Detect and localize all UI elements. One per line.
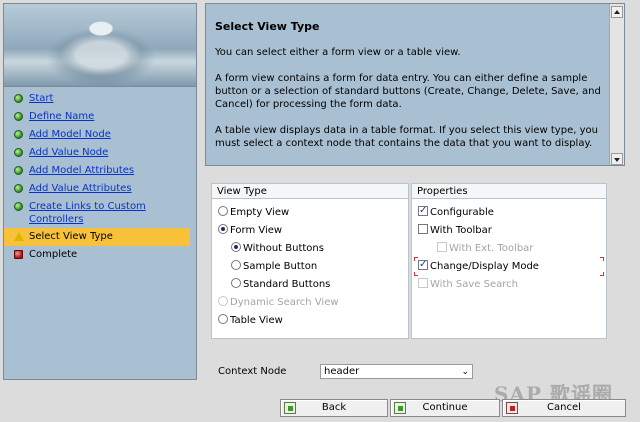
cancel-button[interactable]: Cancel <box>502 399 626 417</box>
red-status-icon <box>14 250 23 259</box>
view-type-group: View Type Empty View Form View Without B… <box>211 183 409 339</box>
radio-without-buttons[interactable]: Without Buttons <box>231 242 324 258</box>
step-description: Select View Type You can select either a… <box>205 3 625 166</box>
step-add-value-node[interactable]: Add Value Node <box>4 144 196 162</box>
step-link[interactable]: Start <box>29 93 53 104</box>
radio-standard-buttons[interactable]: Standard Buttons <box>231 278 330 294</box>
properties-group: Properties Configurable With Toolbar Wit… <box>411 183 607 339</box>
step-add-model-attributes[interactable]: Add Model Attributes <box>4 162 196 180</box>
radio-button <box>218 296 228 306</box>
radio-sample-button[interactable]: Sample Button <box>231 260 317 276</box>
green-status-icon <box>14 130 23 139</box>
radio-button[interactable] <box>218 224 228 234</box>
back-button-label: Back <box>321 402 347 413</box>
step-link[interactable]: Add Model Node <box>29 129 111 140</box>
wizard-step-list: Start Define Name Add Model Node Add Val… <box>4 86 196 379</box>
checkbox-label: Configurable <box>430 207 494 218</box>
focus-corner <box>414 257 418 261</box>
green-status-icon <box>14 112 23 121</box>
radio-empty-view[interactable]: Empty View <box>218 206 289 222</box>
continue-arrow-icon <box>394 402 406 414</box>
description-scrollbar[interactable] <box>609 4 624 165</box>
scroll-down-arrow-icon[interactable] <box>611 153 623 165</box>
radio-label: Form View <box>230 225 283 236</box>
description-paragraph: A table view displays data in a table fo… <box>215 125 598 149</box>
step-link[interactable]: Create Links to Custom Controllers <box>29 201 146 225</box>
radio-label: Without Buttons <box>243 243 324 254</box>
warning-triangle-icon <box>14 232 24 241</box>
back-arrow-icon <box>284 402 296 414</box>
description-paragraph: You can select either a form view or a t… <box>215 47 461 58</box>
context-node-value: header <box>324 366 360 377</box>
radio-form-view[interactable]: Form View <box>218 224 282 240</box>
water-drop-banner-image <box>4 4 196 86</box>
radio-dynamic-search-view: Dynamic Search View <box>218 296 339 312</box>
description-paragraph: A form view contains a form for data ent… <box>215 73 601 110</box>
step-create-links[interactable]: Create Links to Custom Controllers <box>4 198 196 228</box>
radio-label: Sample Button <box>243 261 318 272</box>
continue-button-label: Continue <box>422 402 468 413</box>
checkbox-label: With Ext. Toolbar <box>449 243 534 254</box>
checkbox <box>437 242 447 252</box>
checkbox-with-ext-toolbar: With Ext. Toolbar <box>437 242 533 258</box>
step-link[interactable]: Add Value Node <box>29 147 108 158</box>
checkbox-with-save-search: With Save Search <box>418 278 518 294</box>
radio-button[interactable] <box>231 260 241 270</box>
cancel-button-label: Cancel <box>547 402 581 413</box>
checkbox-change-display-mode[interactable]: Change/Display Mode <box>418 258 539 276</box>
radio-label: Dynamic Search View <box>230 297 339 308</box>
back-button[interactable]: Back <box>280 399 388 417</box>
description-title: Select View Type <box>215 20 320 33</box>
green-status-icon <box>14 202 23 211</box>
focus-corner <box>600 257 604 261</box>
view-type-title: View Type <box>212 184 408 199</box>
green-status-icon <box>14 94 23 103</box>
checkbox[interactable] <box>418 204 428 218</box>
step-select-view-type[interactable]: Select View Type <box>4 228 190 246</box>
context-node-label: Context Node <box>218 366 287 377</box>
cancel-icon <box>506 402 518 414</box>
step-add-model-node[interactable]: Add Model Node <box>4 126 196 144</box>
checkbox-label: With Toolbar <box>430 225 492 236</box>
focus-corner <box>414 272 418 276</box>
radio-label: Standard Buttons <box>243 279 331 290</box>
focus-corner <box>600 272 604 276</box>
scroll-up-arrow-icon[interactable] <box>611 6 623 18</box>
checkbox[interactable] <box>418 224 428 234</box>
radio-button[interactable] <box>231 278 241 288</box>
wizard-navigation-panel: Start Define Name Add Model Node Add Val… <box>3 3 197 380</box>
checkbox-with-toolbar[interactable]: With Toolbar <box>418 224 492 240</box>
step-complete: Complete <box>4 246 196 264</box>
radio-button[interactable] <box>231 242 241 252</box>
checkbox <box>418 278 428 288</box>
continue-button[interactable]: Continue <box>390 399 500 417</box>
step-start[interactable]: Start <box>4 90 196 108</box>
step-link[interactable]: Add Value Attributes <box>29 183 132 194</box>
step-add-value-attributes[interactable]: Add Value Attributes <box>4 180 196 198</box>
radio-button[interactable] <box>218 314 228 324</box>
green-status-icon <box>14 166 23 175</box>
step-label: Complete <box>29 249 78 260</box>
checkbox-configurable[interactable]: Configurable <box>418 204 494 222</box>
radio-button[interactable] <box>218 206 228 216</box>
chevron-down-icon[interactable]: ⌄ <box>461 366 469 379</box>
step-link[interactable]: Add Model Attributes <box>29 165 134 176</box>
radio-table-view[interactable]: Table View <box>218 314 283 330</box>
step-link[interactable]: Define Name <box>29 111 94 122</box>
green-status-icon <box>14 184 23 193</box>
step-define-name[interactable]: Define Name <box>4 108 196 126</box>
context-node-dropdown[interactable]: header ⌄ <box>320 364 473 379</box>
checkbox[interactable] <box>418 258 428 272</box>
step-label: Select View Type <box>29 231 113 242</box>
checkbox-label: Change/Display Mode <box>430 261 539 272</box>
checkbox-label: With Save Search <box>430 279 518 290</box>
radio-label: Table View <box>230 315 283 326</box>
properties-title: Properties <box>412 184 606 199</box>
radio-label: Empty View <box>230 207 290 218</box>
green-status-icon <box>14 148 23 157</box>
